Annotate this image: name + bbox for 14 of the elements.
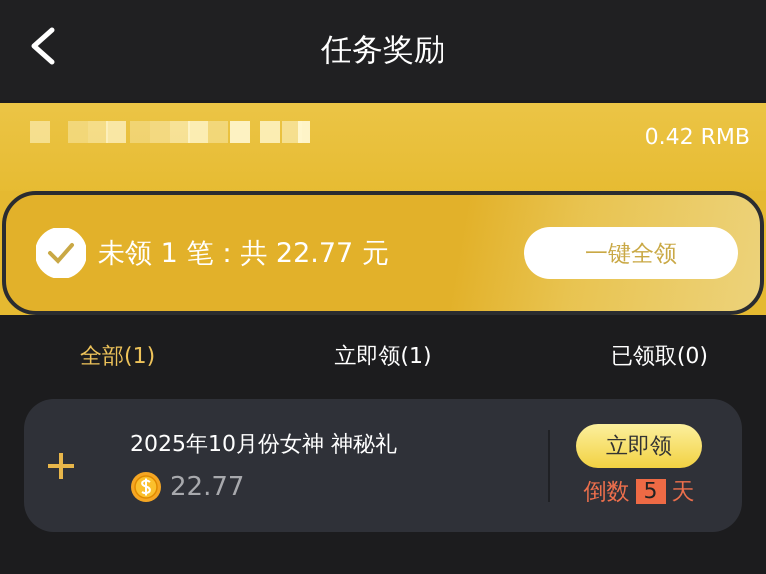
countdown-label: 倒数 (584, 478, 630, 507)
balance-amount: 0.42 RMB (644, 125, 750, 150)
tab[interactable]: 全部(1) (80, 337, 156, 375)
tab[interactable]: 已领取(0) (610, 337, 708, 375)
plus-icon[interactable] (46, 450, 76, 480)
days-badge: 5 (636, 479, 666, 504)
claim-button[interactable]: 立即领 (576, 424, 702, 468)
reward-amount: 22.77 (170, 472, 244, 502)
reward-title: 2025年10月份女神 神秘礼 (130, 430, 398, 458)
summary-text: 未领 1 笔：共 22.77 元 (98, 237, 389, 271)
coin-icon (130, 470, 162, 502)
tab[interactable]: 立即领(1) (334, 337, 432, 375)
days-unit: 天 (672, 478, 694, 507)
page-title: 任务奖励 (321, 31, 445, 70)
